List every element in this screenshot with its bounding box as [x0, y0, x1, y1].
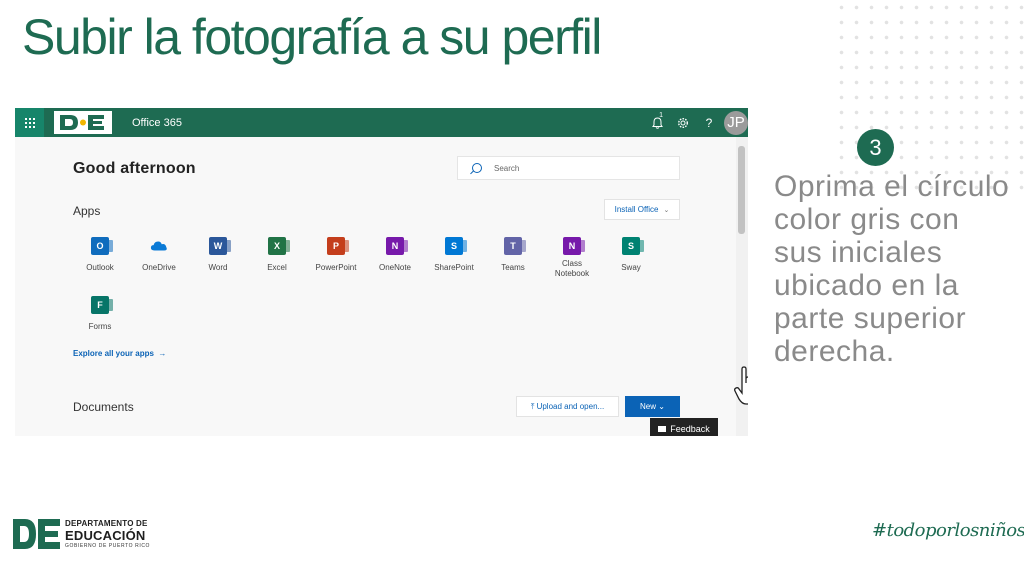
app-tile[interactable]: N Class Notebook [542, 237, 602, 279]
onenote-icon: N [386, 237, 408, 255]
department-name: DEPARTAMENTO DE EDUCACIÓN GOBIERNO DE PU… [65, 518, 151, 549]
excel-icon: X [268, 237, 290, 255]
search-box[interactable]: Search [457, 156, 680, 180]
sway-icon: S [622, 237, 644, 255]
teams-icon: T [504, 237, 526, 255]
app-name[interactable]: Office 365 [132, 117, 182, 129]
forms-icon: F [91, 296, 113, 314]
outlook-icon: O [91, 237, 113, 255]
step-number-badge: 3 [857, 129, 894, 166]
app-label: Sway [621, 263, 641, 272]
greeting-heading: Good afternoon [73, 160, 196, 177]
explore-apps-link[interactable]: Explore all your apps → [73, 349, 166, 358]
search-placeholder: Search [494, 163, 520, 173]
app-label: OneDrive [142, 263, 176, 272]
search-icon [472, 163, 482, 173]
arrow-right-icon: → [156, 349, 167, 358]
app-tile[interactable]: F Forms [70, 296, 130, 332]
onedrive-icon [150, 237, 168, 255]
scrollbar-thumb[interactable] [738, 146, 745, 234]
app-tile[interactable]: OneDrive [129, 237, 189, 273]
install-office-button[interactable]: Install Office ⌄ [604, 199, 680, 220]
department-line2: EDUCACIÓN [65, 527, 146, 543]
notification-count: 1 [659, 112, 663, 119]
app-label: Class Notebook [554, 259, 590, 278]
app-label: Teams [501, 263, 525, 272]
new-label: New [640, 402, 657, 411]
comment-icon [658, 426, 667, 432]
settings-button[interactable] [670, 108, 696, 137]
upload-label: Upload and open... [536, 402, 605, 411]
class-notebook-icon: N [563, 237, 585, 255]
app-launcher-button[interactable] [15, 108, 44, 137]
help-icon: ? [705, 115, 713, 130]
hand-pointer-cursor-icon [734, 366, 748, 405]
office-top-bar: Office 365 1 ? JP [15, 108, 748, 137]
app-tile[interactable]: N OneNote [365, 237, 425, 273]
app-label: Word [208, 263, 228, 272]
app-tile[interactable]: S SharePoint [424, 237, 484, 273]
gear-icon [677, 117, 689, 128]
powerpoint-icon: P [327, 237, 349, 255]
slide-title: Subir la fotografía a su perfil [22, 9, 602, 65]
upload-and-open-button[interactable]: ⤒ Upload and open... [516, 396, 619, 417]
app-label: Forms [88, 322, 112, 331]
office-screenshot: Office 365 1 ? JP Good afternoon Search … [15, 108, 748, 436]
app-tile[interactable]: O Outlook [70, 237, 130, 273]
slide: Subir la fotografía a su perfil Office 3… [0, 0, 1024, 576]
feedback-button[interactable]: Feedback [650, 418, 718, 436]
app-tile[interactable]: P PowerPoint [306, 237, 366, 273]
profile-avatar-button[interactable]: JP [724, 110, 748, 135]
de-logo-icon[interactable] [54, 111, 112, 134]
top-bar-actions: 1 ? JP [644, 108, 748, 137]
apps-heading: Apps [73, 204, 101, 218]
app-label: PowerPoint [315, 263, 357, 272]
install-office-label: Install Office [614, 205, 659, 214]
app-tile[interactable]: T Teams [483, 237, 543, 273]
app-tile[interactable]: S Sway [601, 237, 661, 273]
notifications-button[interactable]: 1 [644, 108, 670, 137]
waffle-icon [24, 117, 35, 128]
de-logo-icon [13, 519, 60, 549]
explore-apps-label: Explore all your apps [73, 349, 154, 358]
app-label: Outlook [86, 263, 114, 272]
app-tile[interactable]: X Excel [247, 237, 307, 273]
help-button[interactable]: ? [696, 108, 722, 137]
department-line1: DEPARTAMENTO DE [65, 518, 148, 528]
department-line3: GOBIERNO DE PUERTO RICO [65, 542, 151, 549]
chevron-down-icon: ⌄ [656, 402, 665, 411]
documents-heading: Documents [73, 400, 134, 414]
app-label: SharePoint [434, 263, 474, 272]
new-document-button[interactable]: New ⌄ [625, 396, 680, 417]
chevron-down-icon: ⌄ [663, 206, 670, 214]
app-label: OneNote [378, 263, 412, 272]
sharepoint-icon: S [445, 237, 467, 255]
hashtag-text: #todoporlosniños [872, 520, 1024, 541]
app-tile[interactable]: W Word [188, 237, 248, 273]
word-icon: W [209, 237, 231, 255]
step-instruction: Oprima el círculo color gris con sus ini… [774, 170, 1010, 368]
app-label: Excel [267, 263, 287, 272]
department-logo: DEPARTAMENTO DE EDUCACIÓN GOBIERNO DE PU… [12, 518, 150, 550]
feedback-label: Feedback [670, 424, 710, 434]
